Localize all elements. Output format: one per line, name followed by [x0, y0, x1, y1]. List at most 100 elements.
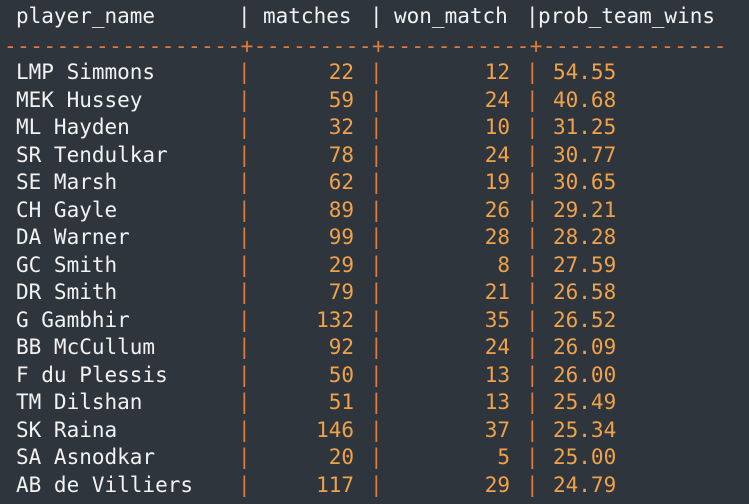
table-header: player_name | matches | won_match | prob…	[0, 4, 749, 34]
cell-pipe: |	[370, 87, 383, 112]
cell-prob-team-wins: 27.59	[553, 252, 617, 277]
table-row: CH Gayle | 89 | 26 | 29.21	[0, 198, 749, 226]
cell-pipe: |	[370, 115, 383, 139]
cell-player-name: SE Marsh	[16, 170, 118, 194]
cell-pipe: |	[238, 225, 251, 249]
cell-prob-team-wins: 24.79	[553, 472, 617, 497]
cell-prob-team-wins: 40.68	[553, 87, 617, 112]
header-pipe: |	[370, 4, 383, 28]
cell-pipe: |	[370, 225, 383, 249]
cell-pipe: |	[238, 60, 251, 84]
cell-player-name: ML Hayden	[16, 115, 130, 139]
header-pipe: |	[238, 4, 251, 28]
cell-matches: 59	[328, 87, 354, 112]
cell-player-name: AB de Villiers	[16, 472, 194, 497]
cell-matches: 50	[328, 362, 354, 387]
cell-pipe: |	[526, 280, 539, 304]
cell-pipe: |	[370, 60, 383, 84]
cell-won-match: 24	[484, 142, 510, 167]
cell-pipe: |	[238, 280, 251, 304]
cell-pipe: |	[370, 445, 383, 469]
cell-pipe: |	[526, 335, 539, 359]
cell-pipe: |	[238, 390, 251, 414]
cell-prob-team-wins: 30.65	[553, 170, 617, 194]
cell-matches: 20	[328, 445, 354, 469]
cell-pipe: |	[370, 417, 383, 442]
header-prob-team-wins: prob_team_wins	[538, 4, 716, 28]
table-row: LMP Simmons | 22 | 12 | 54.55	[0, 60, 749, 88]
cell-player-name: F du Plessis	[16, 362, 168, 387]
terminal-output: player_name | matches | won_match | prob…	[0, 0, 749, 504]
cell-player-name: TM Dilshan	[16, 390, 143, 414]
cell-won-match: 13	[484, 362, 510, 387]
cell-won-match: 10	[484, 115, 510, 139]
cell-player-name: BB McCullum	[16, 335, 156, 359]
cell-player-name: SR Tendulkar	[16, 142, 168, 167]
cell-prob-team-wins: 25.49	[553, 390, 617, 414]
table-row: DR Smith | 79 | 21 | 26.58	[0, 280, 749, 308]
table-row: TM Dilshan | 51 | 13 | 25.49	[0, 390, 749, 418]
cell-pipe: |	[526, 417, 539, 442]
cell-won-match: 29	[484, 472, 510, 497]
cell-pipe: |	[238, 87, 251, 112]
cell-pipe: |	[238, 170, 251, 194]
cell-won-match: 24	[484, 87, 510, 112]
cell-pipe: |	[370, 252, 383, 277]
cell-won-match: 19	[484, 170, 510, 194]
cell-pipe: |	[238, 252, 251, 277]
cell-won-match: 21	[484, 280, 510, 304]
header-pipe: |	[526, 4, 539, 28]
cell-prob-team-wins: 30.77	[553, 142, 617, 167]
cell-pipe: |	[526, 197, 539, 222]
header-player-name: player_name	[16, 4, 156, 28]
table-row: DA Warner | 99 | 28 | 28.28	[0, 225, 749, 253]
cell-pipe: |	[370, 390, 383, 414]
cell-prob-team-wins: 25.00	[553, 445, 617, 469]
table-row: MEK Hussey | 59 | 24 | 40.68	[0, 88, 749, 116]
header-won-match: won_match	[394, 4, 508, 28]
cell-pipe: |	[238, 445, 251, 469]
cell-prob-team-wins: 31.25	[553, 115, 617, 139]
table-row: F du Plessis | 50 | 13 | 26.00	[0, 363, 749, 391]
cell-prob-team-wins: 54.55	[553, 60, 617, 84]
cell-prob-team-wins: 26.00	[553, 362, 617, 387]
table-row: ML Hayden | 32 | 10 | 31.25	[0, 115, 749, 143]
cell-pipe: |	[526, 225, 539, 249]
cell-pipe: |	[238, 335, 251, 359]
table-row: GC Smith | 29 | 8 | 27.59	[0, 253, 749, 281]
table-row: SK Raina | 146 | 37 | 25.34	[0, 418, 749, 446]
cell-matches: 146	[316, 417, 354, 442]
cell-matches: 29	[328, 252, 354, 277]
cell-pipe: |	[526, 307, 539, 332]
cell-player-name: G Gambhir	[16, 307, 130, 332]
cell-player-name: SK Raina	[16, 417, 118, 442]
cell-player-name: DR Smith	[16, 280, 118, 304]
cell-prob-team-wins: 29.21	[553, 197, 617, 222]
cell-won-match: 13	[484, 390, 510, 414]
cell-pipe: |	[370, 362, 383, 387]
cell-pipe: |	[526, 472, 539, 497]
cell-matches: 32	[328, 115, 354, 139]
cell-matches: 92	[328, 335, 354, 359]
header-separator: ------------------+---------+-----------…	[4, 34, 727, 58]
cell-matches: 79	[328, 280, 354, 304]
cell-pipe: |	[526, 142, 539, 167]
cell-pipe: |	[370, 280, 383, 304]
cell-prob-team-wins: 26.52	[553, 307, 617, 332]
table-row: SE Marsh | 62 | 19 | 30.65	[0, 170, 749, 198]
cell-matches: 78	[328, 142, 354, 167]
cell-pipe: |	[238, 417, 251, 442]
cell-won-match: 8	[497, 252, 510, 277]
cell-pipe: |	[526, 115, 539, 139]
cell-pipe: |	[526, 170, 539, 194]
cell-player-name: SA Asnodkar	[16, 445, 156, 469]
cell-won-match: 12	[484, 60, 510, 84]
cell-pipe: |	[370, 197, 383, 222]
cell-pipe: |	[370, 170, 383, 194]
table-row: BB McCullum | 92 | 24 | 26.09	[0, 335, 749, 363]
cell-won-match: 37	[484, 417, 510, 442]
cell-pipe: |	[526, 60, 539, 84]
table-row: SA Asnodkar | 20 | 5 | 25.00	[0, 445, 749, 473]
cell-won-match: 35	[484, 307, 510, 332]
cell-matches: 22	[328, 60, 354, 84]
